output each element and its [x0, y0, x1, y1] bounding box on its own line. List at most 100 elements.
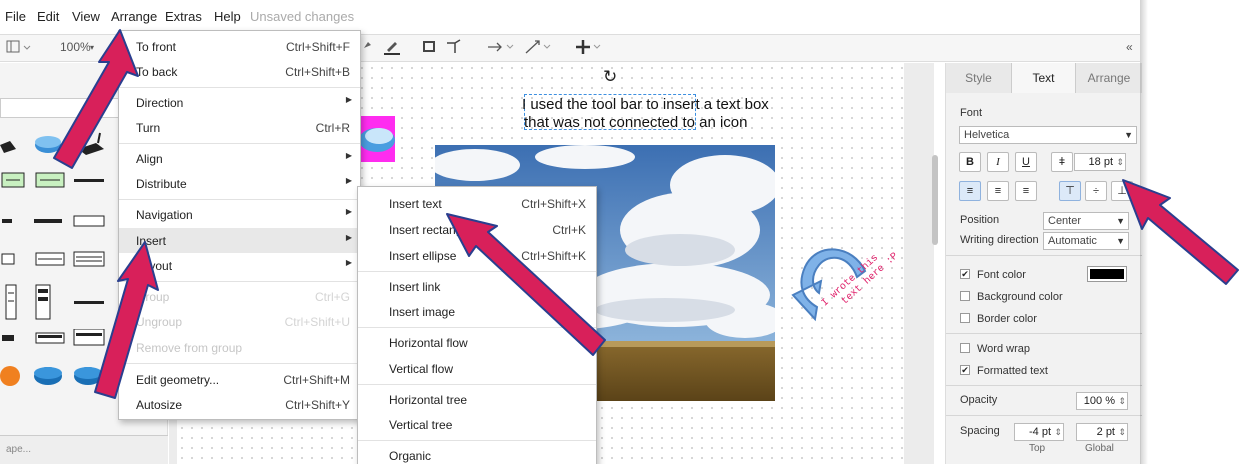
vertical-align-bottom-icon[interactable]: ⊥: [1111, 181, 1133, 201]
menu-file[interactable]: File: [5, 9, 26, 24]
inserted-text-box[interactable]: I used the tool bar to insert a text box…: [522, 96, 792, 132]
writing-direction-select[interactable]: Automatic ▼: [1043, 232, 1129, 250]
menu-item-direction[interactable]: Direction ▶: [119, 90, 360, 115]
menu-item-horizontal-flow[interactable]: Horizontal flow: [358, 330, 596, 355]
menu-item-to-front[interactable]: To front Ctrl+Shift+F: [119, 34, 360, 59]
network-shapes-row[interactable]: [0, 131, 110, 161]
menu-separator: [119, 143, 360, 144]
spacing-global-spinner[interactable]: 2 pt: [1076, 423, 1128, 441]
menu-item-insert[interactable]: Insert ▶: [119, 228, 360, 253]
waypoint-icon[interactable]: [445, 39, 463, 58]
storage-shapes-row[interactable]: [0, 329, 110, 349]
menu-item-vertical-flow[interactable]: Vertical flow: [358, 356, 596, 381]
menu-item-insert-ellipse[interactable]: Insert ellipse Ctrl+Shift+K: [358, 243, 596, 268]
menu-item-vertical-tree[interactable]: Vertical tree: [358, 412, 596, 437]
font-family-select[interactable]: Helvetica ▼: [959, 126, 1137, 144]
menu-item-label: Direction: [136, 96, 184, 110]
menu-edit[interactable]: Edit: [37, 9, 59, 24]
menu-arrange[interactable]: Arrange: [111, 9, 157, 24]
spacing-top-caption: Top: [1029, 443, 1046, 454]
align-right-icon[interactable]: ≡: [1015, 181, 1037, 201]
font-size-spinner[interactable]: 18 pt: [1074, 153, 1126, 171]
font-color-checkbox[interactable]: ✔: [960, 269, 970, 279]
menu-separator: [358, 384, 596, 385]
menu-item-insert-rectangle[interactable]: Insert rectangle Ctrl+K: [358, 217, 596, 242]
section-divider: [946, 385, 1142, 386]
vertical-align-top-icon[interactable]: ⊤: [1059, 181, 1081, 201]
opacity-label: Opacity: [960, 394, 998, 406]
menu-item-label: To front: [136, 40, 177, 54]
menu-extras[interactable]: Extras: [165, 9, 202, 24]
border-color-checkbox[interactable]: [960, 313, 970, 323]
menu-item-label: Insert image: [389, 305, 456, 319]
rotate-handle-icon[interactable]: ↻: [603, 67, 617, 87]
align-left-icon[interactable]: ≡: [959, 181, 981, 201]
menu-item-edit-geometry[interactable]: Edit geometry... Ctrl+Shift+M: [119, 367, 360, 392]
menu-item-shortcut: Ctrl+Shift+F: [285, 40, 350, 54]
line-color-icon[interactable]: [362, 38, 384, 59]
italic-button[interactable]: I: [987, 152, 1009, 172]
menu-item-label: Insert text: [389, 197, 442, 211]
align-center-icon[interactable]: ≡: [987, 181, 1009, 201]
tab-arrange[interactable]: Arrange: [1076, 63, 1142, 93]
router-shapes-row[interactable]: [0, 361, 110, 391]
more-shapes-link[interactable]: ape...: [6, 444, 31, 455]
menu-item-shortcut: Ctrl+Shift+K: [521, 249, 586, 263]
position-select[interactable]: Center ▼: [1043, 212, 1129, 230]
vertical-align-middle-icon[interactable]: ÷: [1085, 181, 1107, 201]
underline-button[interactable]: U: [1015, 152, 1037, 172]
menu-item-label: Turn: [136, 121, 161, 135]
page-view-icon[interactable]: [6, 39, 32, 58]
menu-item-label: Insert ellipse: [389, 249, 457, 263]
chevron-down-icon[interactable]: ▾: [90, 43, 94, 52]
menu-item-to-back[interactable]: To back Ctrl+Shift+B: [119, 59, 360, 84]
submenu-arrow-icon: ▶: [345, 233, 352, 242]
menu-item-organic[interactable]: Organic: [358, 443, 596, 464]
menu-item-autosize[interactable]: Autosize Ctrl+Shift+Y: [119, 392, 360, 417]
patch-panel-row[interactable]: [0, 213, 110, 233]
menu-item-insert-link[interactable]: Insert link: [358, 274, 596, 299]
menu-item-insert-text[interactable]: Insert text Ctrl+Shift+X: [358, 191, 596, 216]
spacing-top-spinner[interactable]: -4 pt: [1014, 423, 1064, 441]
tab-text[interactable]: Text: [1011, 63, 1076, 93]
menu-item-horizontal-tree[interactable]: Horizontal tree: [358, 387, 596, 412]
opacity-spinner[interactable]: 100 %: [1076, 392, 1128, 410]
server-shapes-row[interactable]: [0, 283, 110, 323]
menu-item-turn[interactable]: Turn Ctrl+R: [119, 115, 360, 140]
menu-item-label: Horizontal flow: [389, 336, 468, 350]
menu-item-ungroup: Ungroup Ctrl+Shift+U: [119, 309, 360, 334]
more-shapes-footer[interactable]: ape...: [0, 435, 168, 464]
menu-item-shortcut: Ctrl+Shift+X: [521, 197, 586, 211]
menu-item-label: Layout: [136, 259, 173, 273]
shadow-icon[interactable]: [422, 39, 438, 58]
background-color-label: Background color: [977, 291, 1063, 303]
font-color-swatch[interactable]: [1087, 266, 1127, 282]
insert-plus-icon[interactable]: [574, 37, 604, 60]
menu-item-distribute[interactable]: Distribute ▶: [119, 171, 360, 196]
menu-item-align[interactable]: Align ▶: [119, 146, 360, 171]
connector-style-icon[interactable]: [523, 38, 557, 59]
menu-help[interactable]: Help: [214, 9, 241, 24]
menu-item-insert-image[interactable]: Insert image: [358, 299, 596, 324]
menu-separator: [119, 363, 360, 364]
insert-submenu: Insert text Ctrl+Shift+X Insert rectangle…: [357, 186, 597, 464]
formatted-text-checkbox[interactable]: ✔: [960, 365, 970, 375]
canvas-scrollbar[interactable]: [932, 155, 938, 245]
pencil-icon[interactable]: [382, 37, 402, 60]
background-color-checkbox[interactable]: [960, 291, 970, 301]
switch-shapes-row[interactable]: [0, 169, 110, 193]
zoom-level[interactable]: 100%: [60, 40, 91, 54]
section-divider: [946, 415, 1142, 416]
tab-style[interactable]: Style: [946, 63, 1011, 93]
rack-shapes-row[interactable]: [0, 250, 110, 270]
word-wrap-checkbox[interactable]: [960, 343, 970, 353]
menu-item-label: Distribute: [136, 177, 187, 191]
menu-item-layout[interactable]: Layout ▶: [119, 253, 360, 278]
connection-arrow-icon[interactable]: [486, 39, 520, 58]
collapse-chevrons-icon[interactable]: «: [1126, 40, 1133, 54]
line-height-icon[interactable]: ǂ: [1051, 152, 1073, 172]
bold-button[interactable]: B: [959, 152, 981, 172]
menu-item-label: Align: [136, 152, 163, 166]
menu-view[interactable]: View: [72, 9, 100, 24]
menu-item-navigation[interactable]: Navigation ▶: [119, 202, 360, 227]
